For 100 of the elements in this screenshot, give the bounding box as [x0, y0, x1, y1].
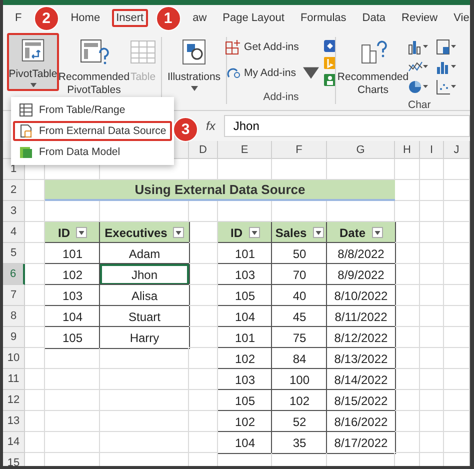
- sheet-cell[interactable]: [189, 243, 218, 264]
- sheet-cell[interactable]: [444, 390, 470, 411]
- column-header[interactable]: F: [272, 141, 327, 159]
- sheet-cell[interactable]: [420, 159, 444, 180]
- column-header[interactable]: D: [189, 141, 218, 159]
- sheet-cell[interactable]: [189, 390, 218, 411]
- sheet-cell[interactable]: [395, 369, 420, 390]
- sheet-cell[interactable]: [100, 348, 189, 369]
- sheet-cell[interactable]: [189, 348, 218, 369]
- ribbon-button[interactable]: My Add-ins: [225, 65, 319, 81]
- sheet-cell[interactable]: [189, 159, 218, 180]
- sheet-cell[interactable]: [395, 327, 420, 348]
- table-cell[interactable]: 103: [45, 285, 100, 306]
- ribbon-tab[interactable]: Home: [66, 9, 104, 27]
- sheet-cell[interactable]: [444, 180, 470, 201]
- sheet-cell[interactable]: [420, 285, 444, 306]
- sheet-cell[interactable]: [25, 201, 45, 222]
- table-cell[interactable]: 101: [45, 243, 100, 264]
- menu-item[interactable]: From Table/Range: [13, 100, 172, 120]
- ribbon-tab[interactable]: Insert: [112, 9, 148, 27]
- sheet-cell[interactable]: [25, 348, 45, 369]
- sheet-cell[interactable]: [45, 369, 100, 390]
- sheet-cell[interactable]: [25, 180, 45, 201]
- sheet-cell[interactable]: [444, 201, 470, 222]
- sheet-cell[interactable]: [395, 243, 420, 264]
- sheet-cell[interactable]: [444, 306, 470, 327]
- sheet-cell[interactable]: [25, 306, 45, 327]
- sheet-cell[interactable]: [189, 264, 218, 285]
- row-header[interactable]: 12: [3, 390, 25, 411]
- sheet-cell[interactable]: [420, 243, 444, 264]
- sheet-cell[interactable]: [395, 411, 420, 432]
- sheet-cell[interactable]: [420, 306, 444, 327]
- sheet-cell[interactable]: [395, 201, 420, 222]
- table-cell[interactable]: 104: [45, 306, 100, 327]
- row-header[interactable]: 6: [3, 264, 25, 285]
- ribbon-button[interactable]: PivotTable: [7, 33, 59, 91]
- sheet-cell[interactable]: [444, 369, 470, 390]
- sheet-cell[interactable]: [272, 159, 327, 180]
- sheet-cell[interactable]: [444, 222, 470, 243]
- sheet-cell[interactable]: [420, 222, 444, 243]
- ribbon-tab[interactable]: Data: [358, 9, 390, 27]
- sheet-cell[interactable]: [327, 201, 395, 222]
- column-header[interactable]: I: [420, 141, 444, 159]
- ribbon-button[interactable]: Recommended Charts: [340, 33, 406, 101]
- sheet-cell[interactable]: [25, 327, 45, 348]
- row-header[interactable]: 11: [3, 369, 25, 390]
- filter-button[interactable]: [173, 227, 184, 238]
- sheet-cell[interactable]: [189, 306, 218, 327]
- sheet-cell[interactable]: [189, 222, 218, 243]
- sheet-cell[interactable]: [45, 201, 100, 222]
- sheet-cell[interactable]: [25, 285, 45, 306]
- row-header[interactable]: 4: [3, 222, 25, 243]
- sheet-cell[interactable]: [218, 201, 272, 222]
- sheet-cell[interactable]: [45, 390, 100, 411]
- ribbon-tab[interactable]: Vie: [450, 9, 470, 27]
- ribbon-button[interactable]: Illustrations: [166, 33, 222, 95]
- row-header[interactable]: 14: [3, 432, 25, 453]
- sheet-cell[interactable]: [25, 222, 45, 243]
- sheet-cell[interactable]: [45, 348, 100, 369]
- column-header[interactable]: G: [327, 141, 395, 159]
- column-header[interactable]: E: [218, 141, 272, 159]
- sheet-cell[interactable]: [189, 369, 218, 390]
- sheet-cell[interactable]: [100, 369, 189, 390]
- sheet-cell[interactable]: [444, 432, 470, 453]
- sheet-cell[interactable]: [395, 222, 420, 243]
- row-header[interactable]: 8: [3, 306, 25, 327]
- filter-button[interactable]: [76, 227, 87, 238]
- ribbon-tab[interactable]: F: [11, 9, 26, 27]
- sheet-cell[interactable]: [100, 201, 189, 222]
- sheet-cell[interactable]: [420, 201, 444, 222]
- sheet-cell[interactable]: [420, 180, 444, 201]
- row-header[interactable]: 15: [3, 453, 25, 466]
- sheet-cell[interactable]: [327, 159, 395, 180]
- sheet-cell[interactable]: [395, 159, 420, 180]
- row-header[interactable]: 7: [3, 285, 25, 306]
- sheet-cell[interactable]: [420, 390, 444, 411]
- sheet-cell[interactable]: [272, 201, 327, 222]
- sheet-cell[interactable]: [444, 243, 470, 264]
- ribbon-tab[interactable]: Formulas: [296, 9, 350, 27]
- sheet-cell[interactable]: [218, 159, 272, 180]
- sheet-cell[interactable]: [395, 306, 420, 327]
- sheet-cell[interactable]: [100, 390, 189, 411]
- row-header[interactable]: 3: [3, 201, 25, 222]
- sheet-cell[interactable]: [395, 285, 420, 306]
- table-cell[interactable]: 102: [45, 264, 100, 285]
- sheet-cell[interactable]: [420, 264, 444, 285]
- sheet-cell[interactable]: [420, 369, 444, 390]
- sheet-cell[interactable]: [420, 411, 444, 432]
- filter-button[interactable]: [372, 227, 382, 238]
- sheet-cell[interactable]: [25, 411, 45, 432]
- sheet-cell[interactable]: [25, 390, 45, 411]
- ribbon-tab[interactable]: aw: [188, 9, 211, 27]
- column-header[interactable]: H: [395, 141, 420, 159]
- menu-item[interactable]: From Data Model: [13, 142, 172, 162]
- sheet-cell[interactable]: [45, 432, 100, 453]
- sheet-cell[interactable]: [25, 369, 45, 390]
- ribbon-button[interactable]: Get Add-ins: [225, 39, 319, 55]
- menu-item[interactable]: From External Data Source: [13, 121, 172, 141]
- column-header[interactable]: J: [444, 141, 470, 159]
- sheet-cell[interactable]: [25, 243, 45, 264]
